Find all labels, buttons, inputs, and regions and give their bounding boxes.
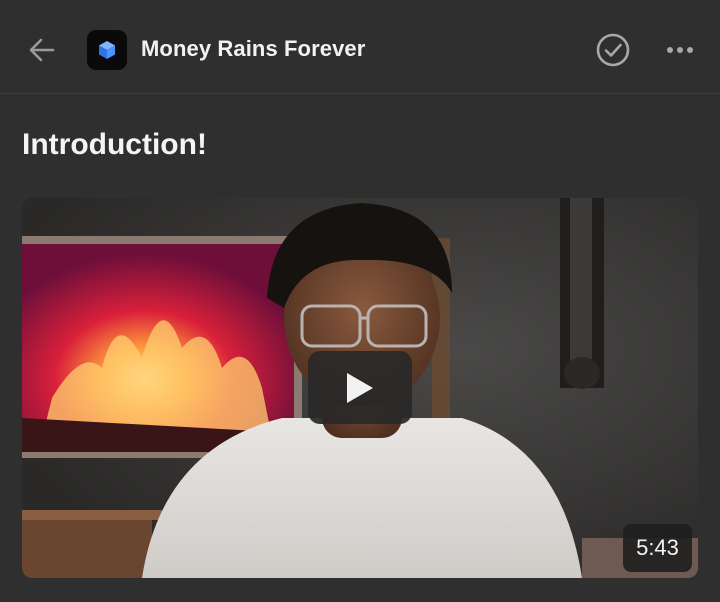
video-duration-badge: 5:43: [623, 524, 692, 572]
back-button[interactable]: [22, 30, 62, 70]
play-icon: [347, 372, 373, 403]
cube-icon: [99, 41, 115, 59]
app-logo: [87, 30, 127, 70]
more-options-button[interactable]: [661, 32, 699, 68]
check-circle-icon: [596, 33, 630, 67]
lesson-screen: Money Rains Forever Introduction! 5:43: [0, 0, 720, 602]
course-title: Money Rains Forever: [141, 36, 366, 61]
top-bar: Money Rains Forever: [0, 0, 720, 94]
arrow-left-icon: [29, 38, 55, 62]
mark-complete-button[interactable]: [594, 31, 632, 69]
lesson-title: Introduction!: [22, 128, 207, 161]
video-player[interactable]: 5:43: [22, 198, 698, 578]
play-button[interactable]: [308, 351, 412, 424]
more-horizontal-icon: [667, 47, 693, 53]
